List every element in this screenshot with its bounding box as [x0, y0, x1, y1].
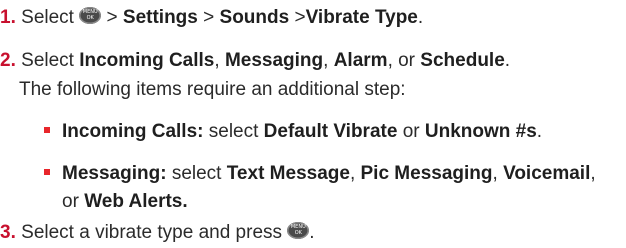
bullet-messaging-cont: or Web Alerts.: [62, 191, 188, 213]
separator: >: [294, 7, 306, 28]
instructions: 1. Select MENU OK > Settings > Sounds >Vi…: [0, 0, 626, 248]
select-text: select: [208, 121, 259, 142]
step-2: 2. Select Incoming Calls, Messaging, Ala…: [0, 50, 510, 72]
sounds-label: Sounds: [219, 7, 290, 28]
incoming-calls-label: Incoming Calls: [79, 50, 215, 71]
bullet-label: Messaging:: [62, 163, 167, 184]
settings-label: Settings: [122, 7, 198, 28]
ok-key-label: OK: [294, 230, 302, 237]
bullet-incoming-calls: Incoming Calls: select Default Vibrate o…: [44, 121, 542, 143]
bullet-label: Incoming Calls:: [62, 121, 204, 142]
step-2-note: The following items require an additiona…: [19, 79, 406, 100]
text-message-label: Text Message: [226, 163, 350, 184]
ok-key-label: OK: [86, 15, 94, 22]
step-1: 1. Select MENU OK > Settings > Sounds >Vi…: [0, 7, 423, 29]
or-text: , or: [387, 50, 416, 71]
step-1-number: 1.: [0, 7, 16, 28]
messaging-label: Messaging: [224, 50, 324, 71]
step-3: 3. Select a vibrate type and press MENU O…: [0, 222, 315, 244]
pic-messaging-label: Pic Messaging: [360, 163, 493, 184]
step-2-select: Select: [21, 50, 74, 71]
comma: ,: [214, 50, 220, 71]
or-text: or: [62, 191, 79, 212]
unknown-numbers-label: Unknown #s: [424, 121, 537, 142]
separator: >: [106, 7, 118, 28]
alarm-label: Alarm: [333, 50, 388, 71]
comma: ,: [590, 163, 596, 184]
comma: ,: [323, 50, 329, 71]
select-text: select: [171, 163, 222, 184]
bullet-icon: [44, 126, 50, 133]
step-3-number: 3.: [0, 222, 16, 243]
menu-ok-key-icon: MENU OK: [79, 7, 102, 25]
period: .: [504, 50, 511, 71]
or-text: or: [402, 121, 420, 142]
step-1-select: Select: [21, 7, 74, 28]
menu-key-label: MENU: [290, 224, 306, 231]
period: .: [536, 121, 543, 142]
separator: >: [203, 7, 215, 28]
comma: ,: [492, 163, 498, 184]
vibrate-type-label: Vibrate Type: [305, 7, 418, 28]
web-alerts-label: Web Alerts.: [84, 191, 188, 212]
bullet-messaging: Messaging: select Text Message, Pic Mess…: [44, 163, 596, 185]
step-2-number: 2.: [0, 50, 16, 71]
period: .: [417, 7, 424, 28]
bullet-icon: [44, 168, 50, 175]
voicemail-label: Voicemail: [503, 163, 591, 184]
step-3-text: Select a vibrate type and press: [21, 222, 283, 243]
menu-ok-key-icon: MENU OK: [287, 222, 310, 240]
period: .: [309, 222, 315, 243]
menu-key-label: MENU: [82, 9, 98, 16]
default-vibrate-label: Default Vibrate: [263, 121, 398, 142]
schedule-label: Schedule: [420, 50, 505, 71]
comma: ,: [349, 163, 356, 184]
